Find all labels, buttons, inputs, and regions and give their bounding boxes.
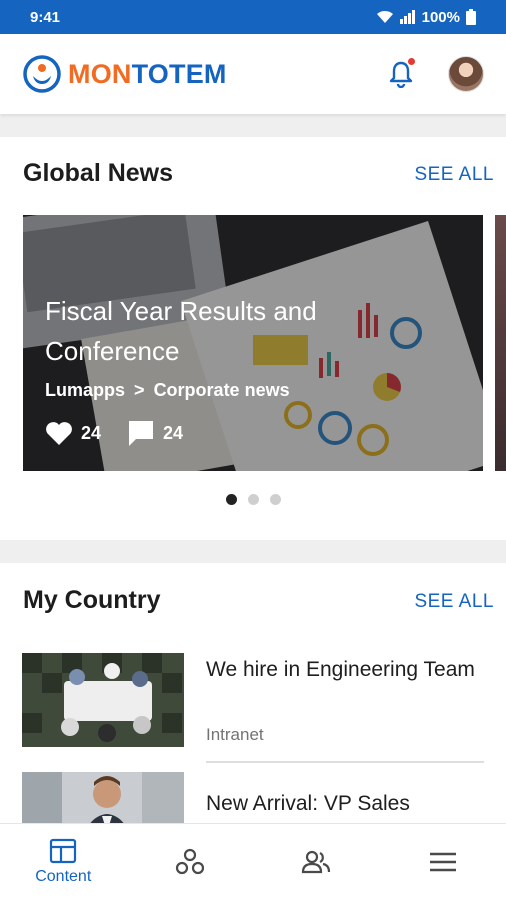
logo-text: MONTOTEM bbox=[68, 58, 227, 89]
list-item[interactable]: We hire in Engineering Team Intranet bbox=[22, 653, 484, 763]
my-country-see-all[interactable]: SEE ALL bbox=[414, 591, 494, 613]
signal-icon bbox=[399, 10, 415, 24]
list-item-subtitle: Intranet bbox=[206, 725, 264, 744]
battery-percent: 100% bbox=[421, 8, 460, 26]
status-bar: 9:41 100% bbox=[0, 0, 506, 34]
nav-people[interactable] bbox=[253, 824, 380, 900]
carousel-dot[interactable] bbox=[247, 494, 259, 505]
my-country-title: My Country bbox=[23, 586, 161, 614]
news-source[interactable]: Lumapps bbox=[45, 380, 125, 400]
menu-icon bbox=[429, 852, 456, 872]
app-header: MONTOTEM bbox=[0, 34, 506, 114]
user-avatar[interactable] bbox=[448, 56, 484, 92]
nav-content[interactable]: Content bbox=[0, 824, 127, 900]
like-count: 24 bbox=[81, 422, 102, 443]
logo-icon bbox=[23, 55, 61, 93]
status-time: 9:41 bbox=[30, 8, 61, 26]
list-item-thumbnail bbox=[22, 653, 184, 747]
global-news-title: Global News bbox=[23, 159, 174, 187]
communities-icon bbox=[175, 848, 204, 875]
notification-badge bbox=[407, 57, 416, 66]
bottom-navigation: Content bbox=[0, 823, 506, 900]
comment-button[interactable]: 24 bbox=[127, 419, 183, 447]
heart-icon bbox=[46, 421, 72, 445]
list-item-title: We hire in Engineering Team bbox=[206, 658, 475, 681]
nav-content-label: Content bbox=[35, 868, 92, 885]
news-breadcrumb: Lumapps > Corporate news bbox=[45, 380, 290, 401]
featured-news-title: Fiscal Year Results and Conference bbox=[45, 296, 317, 366]
list-divider bbox=[206, 762, 484, 763]
news-stats: 24 24 bbox=[45, 419, 209, 447]
my-country-section: My Country SEE ALL We hire in Engineerin… bbox=[0, 563, 506, 823]
like-button[interactable]: 24 bbox=[45, 421, 101, 446]
status-icons: 100% bbox=[376, 9, 476, 26]
featured-news-card[interactable]: Fiscal Year Results and Conference Lumap… bbox=[23, 215, 483, 471]
global-news-section: Global News SEE ALL Fiscal Year Results … bbox=[0, 137, 506, 540]
notifications-button[interactable] bbox=[384, 57, 418, 91]
breadcrumb-separator: > bbox=[134, 380, 145, 400]
news-category[interactable]: Corporate news bbox=[154, 380, 290, 400]
list-item-thumbnail bbox=[22, 772, 184, 823]
wifi-icon bbox=[376, 10, 393, 23]
next-news-card[interactable] bbox=[495, 215, 506, 471]
global-news-see-all[interactable]: SEE ALL bbox=[414, 164, 494, 186]
carousel-dot[interactable] bbox=[269, 494, 281, 505]
people-icon bbox=[302, 850, 331, 874]
comment-count: 24 bbox=[163, 422, 184, 443]
content-icon bbox=[50, 838, 77, 864]
carousel-dot[interactable] bbox=[225, 494, 237, 505]
list-item[interactable]: New Arrival: VP Sales bbox=[22, 762, 484, 823]
brand-logo[interactable]: MONTOTEM bbox=[22, 54, 227, 94]
nav-communities[interactable] bbox=[127, 824, 254, 900]
carousel-pagination bbox=[0, 494, 506, 505]
comment-icon bbox=[129, 421, 154, 446]
battery-icon bbox=[466, 9, 476, 25]
nav-menu[interactable] bbox=[380, 824, 506, 900]
list-item-title: New Arrival: VP Sales bbox=[206, 792, 410, 815]
